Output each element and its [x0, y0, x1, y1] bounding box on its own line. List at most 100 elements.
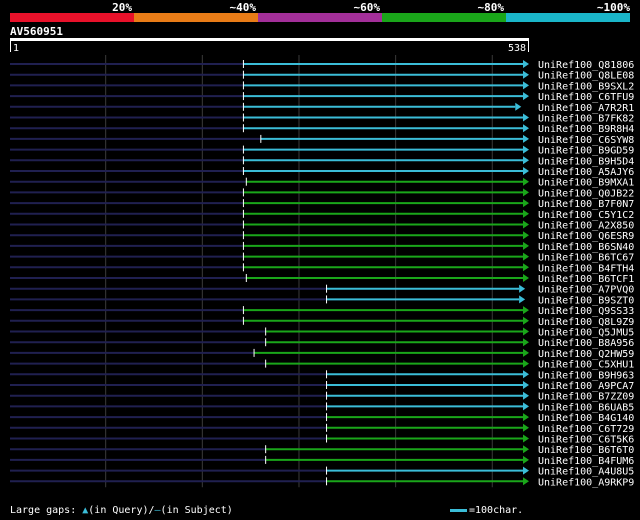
hit-label[interactable]: UniRef100_B7FK82 — [538, 114, 634, 125]
hit-row[interactable]: UniRef100_A7PVQ0 — [10, 284, 634, 296]
hit-label[interactable]: UniRef100_B9GD59 — [538, 146, 634, 157]
length-legend-text: =100char. — [469, 505, 524, 516]
alignment-arrow — [523, 455, 529, 464]
hit-label[interactable]: UniRef100_B9MXA1 — [538, 178, 634, 189]
alignment-arrow — [523, 434, 529, 443]
hit-label[interactable]: UniRef100_C6TFU9 — [538, 92, 634, 103]
hit-row[interactable]: UniRef100_C6T729 — [10, 423, 634, 435]
alignment-arrow — [515, 102, 522, 111]
query-name: AV560951 — [10, 25, 63, 38]
hit-row[interactable]: UniRef100_B8A956 — [10, 338, 634, 349]
hit-label[interactable]: UniRef100_Q81806 — [538, 60, 634, 71]
hit-label[interactable]: UniRef100_B7F0N7 — [538, 199, 634, 210]
hit-row[interactable]: UniRef100_B9H5D4 — [10, 156, 634, 167]
hit-label[interactable]: UniRef100_C6T5K6 — [538, 435, 634, 446]
hit-label[interactable]: UniRef100_B6T6T0 — [538, 445, 634, 456]
hit-label[interactable]: UniRef100_A2X850 — [538, 221, 634, 232]
hit-row[interactable]: UniRef100_Q8L9Z9 — [10, 316, 634, 328]
hit-row[interactable]: UniRef100_B6TCF1 — [10, 274, 634, 285]
gap-legend-prefix: Large gaps: — [10, 505, 83, 516]
hit-row[interactable]: UniRef100_A9PCA7 — [10, 381, 634, 392]
hit-row[interactable]: UniRef100_Q0JB22 — [10, 188, 634, 199]
hit-label[interactable]: UniRef100_B4FTH4 — [538, 263, 634, 274]
hit-label[interactable]: UniRef100_B4FUM6 — [538, 456, 634, 467]
hit-row[interactable]: UniRef100_C5Y1C2 — [10, 209, 634, 221]
hit-label[interactable]: UniRef100_C5XHU1 — [538, 360, 634, 371]
hit-label[interactable]: UniRef100_Q6ESR9 — [538, 231, 634, 242]
hit-row[interactable]: UniRef100_B9MXA1 — [10, 177, 634, 189]
alignment-diagram: 20% ~40% ~60% ~80% ~100% AV560951 1 538 UniRe… — [10, 1, 634, 488]
hit-row[interactable]: UniRef100_B7ZZ09 — [10, 391, 634, 403]
alignment-arrow — [523, 423, 529, 432]
hit-row[interactable]: UniRef100_Q9SS33 — [10, 306, 634, 317]
hit-label[interactable]: UniRef100_B7ZZ09 — [538, 392, 634, 403]
hit-label[interactable]: UniRef100_Q5JMU5 — [538, 328, 634, 339]
hit-row[interactable]: UniRef100_B4FTH4 — [10, 263, 634, 274]
hit-label[interactable]: UniRef100_B9H5D4 — [538, 156, 634, 167]
hit-row[interactable]: UniRef100_C5XHU1 — [10, 359, 634, 371]
alignment-arrow — [523, 359, 529, 368]
hit-label[interactable]: UniRef100_B8A956 — [538, 338, 634, 349]
hit-row[interactable]: UniRef100_A4U8U5 — [10, 466, 634, 478]
hit-label[interactable]: UniRef100_B9H963 — [538, 370, 634, 381]
hit-row[interactable]: UniRef100_B7F0N7 — [10, 199, 634, 210]
hit-label[interactable]: UniRef100_B9SZT0 — [538, 295, 634, 306]
hit-label[interactable]: UniRef100_Q9SS33 — [538, 306, 634, 317]
score-scale-label: ~100% — [597, 1, 630, 14]
hit-label[interactable]: UniRef100_Q0JB22 — [538, 188, 634, 199]
hit-row[interactable]: UniRef100_B4FUM6 — [10, 455, 634, 467]
hit-label[interactable]: UniRef100_B6UAB5 — [538, 402, 634, 413]
hit-label[interactable]: UniRef100_A4U8U5 — [538, 467, 634, 478]
alignment-arrow — [523, 188, 529, 197]
hit-row[interactable]: UniRef100_B9SZT0 — [10, 295, 634, 306]
hit-label[interactable]: UniRef100_B6TC67 — [538, 253, 634, 264]
hit-label[interactable]: UniRef100_Q8LE08 — [538, 71, 634, 82]
hit-row[interactable]: UniRef100_Q8LE08 — [10, 70, 634, 82]
hit-label[interactable]: UniRef100_B6TCF1 — [538, 274, 634, 285]
hit-row[interactable]: UniRef100_Q81806 — [10, 60, 634, 71]
hit-row[interactable]: UniRef100_Q6ESR9 — [10, 231, 634, 242]
hit-label[interactable]: UniRef100_C6SYW8 — [538, 135, 634, 146]
hit-row[interactable]: UniRef100_B6UAB5 — [10, 402, 634, 413]
hit-label[interactable]: UniRef100_A9PCA7 — [538, 381, 634, 392]
hit-label[interactable]: UniRef100_B4G140 — [538, 413, 634, 424]
hit-label[interactable]: UniRef100_Q2HW59 — [538, 349, 634, 360]
hit-row[interactable]: UniRef100_C6T5K6 — [10, 434, 634, 446]
hit-label[interactable]: UniRef100_C6T729 — [538, 424, 634, 435]
hit-label[interactable]: UniRef100_A7PVQ0 — [538, 285, 634, 296]
hit-row[interactable]: UniRef100_B9R8H4 — [10, 124, 634, 135]
score-scale-label: ~60% — [354, 1, 381, 14]
alignment-arrow — [523, 327, 529, 336]
hit-label[interactable]: UniRef100_Q8L9Z9 — [538, 317, 634, 328]
hit-row[interactable]: UniRef100_A7R2R1 — [10, 102, 634, 114]
hit-label[interactable]: UniRef100_A9RKP9 — [538, 477, 634, 488]
alignment-arrow — [523, 445, 529, 454]
hit-label[interactable]: UniRef100_A5AJY6 — [538, 167, 634, 178]
hit-label[interactable]: UniRef100_A7R2R1 — [538, 103, 634, 114]
hit-row[interactable]: UniRef100_B6TC67 — [10, 252, 634, 264]
hit-label[interactable]: UniRef100_C5Y1C2 — [538, 210, 634, 221]
alignment-arrow — [523, 145, 529, 154]
hit-row[interactable]: UniRef100_B9H963 — [10, 370, 634, 381]
hit-row[interactable]: UniRef100_A5AJY6 — [10, 167, 634, 178]
gap-legend: Large gaps: ▲(in Query)/—(in Subject) — [10, 505, 233, 516]
alignment-arrow — [523, 241, 529, 250]
hit-label[interactable]: UniRef100_B9SXL2 — [538, 81, 634, 92]
hit-row[interactable]: UniRef100_A2X850 — [10, 220, 634, 232]
query-ruler: 1 538 — [10, 38, 529, 54]
hit-row[interactable]: UniRef100_B9SXL2 — [10, 81, 634, 92]
hit-row[interactable]: UniRef100_B7FK82 — [10, 113, 634, 125]
alignment-arrow — [519, 295, 526, 304]
hit-row[interactable]: UniRef100_C6TFU9 — [10, 92, 634, 103]
hit-label[interactable]: UniRef100_B6SN40 — [538, 242, 634, 253]
hit-row[interactable]: UniRef100_B6SN40 — [10, 241, 634, 253]
hit-row[interactable]: UniRef100_Q5JMU5 — [10, 327, 634, 339]
hit-row[interactable]: UniRef100_B9GD59 — [10, 145, 634, 157]
score-scale-labels: 20% ~40% ~60% ~80% ~100% — [112, 1, 630, 14]
hit-row[interactable]: UniRef100_B4G140 — [10, 413, 634, 424]
hit-row[interactable]: UniRef100_C6SYW8 — [10, 134, 634, 146]
hit-row[interactable]: UniRef100_B6T6T0 — [10, 445, 634, 456]
hit-label[interactable]: UniRef100_B9R8H4 — [538, 124, 634, 135]
hit-row[interactable]: UniRef100_Q2HW59 — [10, 348, 634, 360]
hit-row[interactable]: UniRef100_A9RKP9 — [10, 477, 634, 488]
